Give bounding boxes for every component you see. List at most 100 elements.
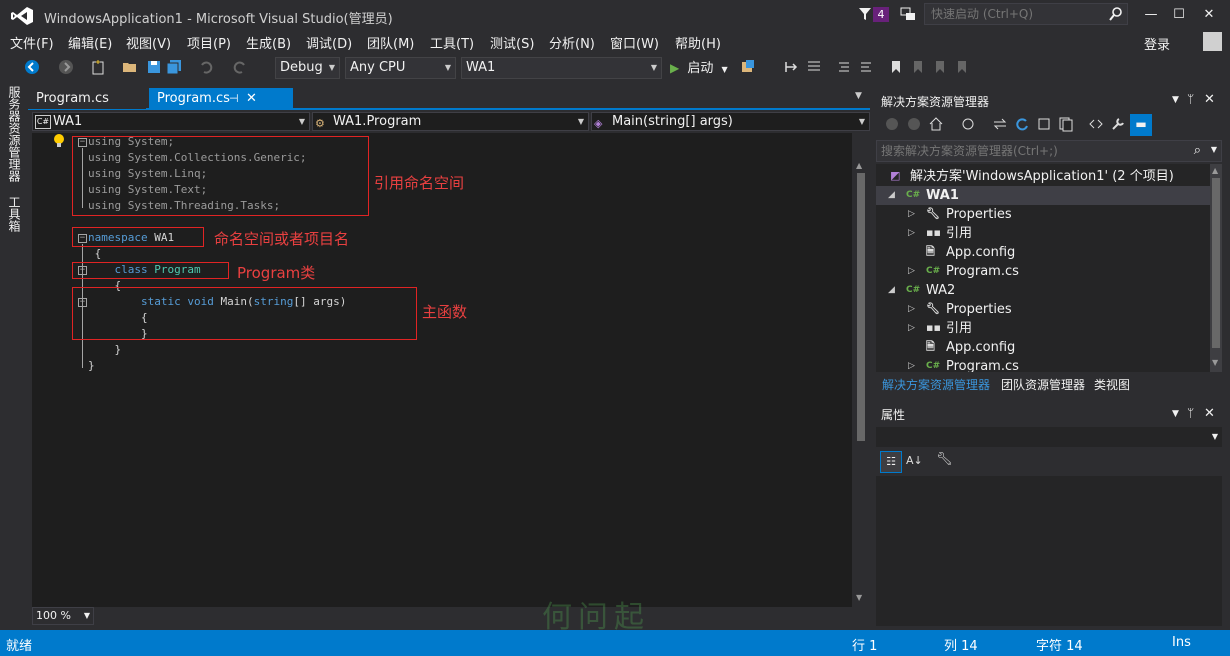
forward-icon[interactable] bbox=[58, 59, 74, 75]
step-icon[interactable] bbox=[784, 59, 800, 75]
login-link[interactable]: 登录 bbox=[1144, 34, 1170, 53]
tree-item[interactable]: ◢ C# WA2 bbox=[876, 281, 1210, 300]
preview-toggle-button[interactable]: ▬ bbox=[1130, 114, 1152, 136]
properties-object-selector[interactable]: ▼ bbox=[876, 427, 1222, 447]
categorized-button[interactable]: ☷ bbox=[880, 451, 902, 473]
collapse-arrow-icon[interactable]: ◢ bbox=[888, 186, 895, 205]
type-nav-dropdown[interactable]: ⚙ WA1.Program ▼ bbox=[312, 112, 589, 131]
close-window-button[interactable]: ✕ bbox=[1196, 4, 1222, 26]
menu-file[interactable]: 文件(F) bbox=[10, 33, 54, 52]
tree-item[interactable]: ▷ 🔧︎ Properties bbox=[876, 300, 1210, 319]
avatar[interactable] bbox=[1203, 32, 1222, 51]
start-button[interactable]: ▶ 启动 ▼ bbox=[670, 58, 728, 78]
member-nav-dropdown[interactable]: ◈ Main(string[] args) ▼ bbox=[591, 112, 870, 131]
startup-project-dropdown[interactable]: WA1 ▼ bbox=[461, 57, 662, 79]
collapse-all-icon[interactable] bbox=[1036, 116, 1052, 132]
refresh-icon[interactable] bbox=[1014, 116, 1030, 132]
solution-search-box[interactable]: ⌕ ▼ bbox=[876, 140, 1222, 162]
close-icon[interactable]: ✕ bbox=[1204, 92, 1215, 107]
editor-horizontal-scrollbar[interactable] bbox=[96, 607, 852, 625]
scroll-down-icon[interactable]: ▼ bbox=[856, 593, 862, 602]
tree-item[interactable]: 🗎 App.config bbox=[876, 338, 1210, 357]
expand-arrow-icon[interactable]: ▷ bbox=[908, 205, 915, 224]
scroll-down-icon[interactable]: ▼ bbox=[1212, 358, 1218, 367]
tree-item[interactable]: ▷ C# Program.cs bbox=[876, 357, 1210, 372]
tab-program-cs-1[interactable]: Program.cs bbox=[28, 88, 146, 109]
menu-project[interactable]: 项目(P) bbox=[187, 33, 231, 52]
zoom-dropdown[interactable]: 100 % ▼ bbox=[32, 607, 94, 625]
find-in-files-icon[interactable] bbox=[740, 59, 756, 75]
bookmarks-icon[interactable] bbox=[806, 59, 822, 75]
home-icon[interactable] bbox=[928, 116, 944, 132]
properties-wrench-icon[interactable] bbox=[1110, 116, 1126, 132]
undo-icon[interactable] bbox=[198, 59, 214, 75]
pin-icon[interactable]: ᛘ bbox=[1187, 406, 1194, 420]
scroll-up-icon[interactable]: ▲ bbox=[1212, 166, 1218, 175]
expand-arrow-icon[interactable]: ▷ bbox=[908, 357, 915, 372]
configuration-dropdown[interactable]: Debug ▼ bbox=[275, 57, 340, 79]
search-icon[interactable] bbox=[1109, 7, 1123, 21]
lightbulb-icon[interactable] bbox=[52, 133, 66, 149]
tree-item[interactable]: ◩ 解决方案'WindowsApplication1' (2 个项目) bbox=[876, 167, 1210, 186]
expand-arrow-icon[interactable]: ▷ bbox=[908, 262, 915, 281]
close-icon[interactable]: ✕ bbox=[246, 88, 257, 109]
back-icon[interactable] bbox=[24, 59, 40, 75]
forward-icon[interactable] bbox=[906, 116, 922, 132]
tab-solution-explorer[interactable]: 解决方案资源管理器 bbox=[882, 376, 990, 393]
menu-team[interactable]: 团队(M) bbox=[367, 33, 414, 52]
properties-grid[interactable] bbox=[876, 476, 1222, 626]
solution-tree[interactable]: ◩ 解决方案'WindowsApplication1' (2 个项目) ◢ C# WA1… bbox=[876, 164, 1210, 372]
menu-test[interactable]: 测试(S) bbox=[490, 33, 534, 52]
notification-flag-icon[interactable] bbox=[858, 7, 872, 21]
close-icon[interactable]: ✕ bbox=[1204, 406, 1215, 421]
code-line[interactable]: } bbox=[88, 359, 95, 372]
platform-dropdown[interactable]: Any CPU ▼ bbox=[345, 57, 456, 79]
quick-launch-input[interactable] bbox=[925, 4, 1105, 24]
tab-class-view[interactable]: 类视图 bbox=[1094, 376, 1130, 393]
tree-item[interactable]: ▷ ▪▪ 引用 bbox=[876, 224, 1210, 243]
toolbox-tab[interactable]: 工具箱 bbox=[6, 196, 23, 232]
maximize-button[interactable]: ☐ bbox=[1166, 4, 1192, 26]
expand-arrow-icon[interactable]: ▷ bbox=[908, 224, 915, 243]
open-folder-icon[interactable] bbox=[122, 59, 138, 75]
pending-changes-icon[interactable] bbox=[960, 116, 976, 132]
pin-icon[interactable]: ᛘ bbox=[1187, 92, 1194, 106]
menu-edit[interactable]: 编辑(E) bbox=[68, 33, 112, 52]
property-pages-wrench-icon[interactable]: 🔧︎ bbox=[936, 452, 953, 467]
menu-tools[interactable]: 工具(T) bbox=[430, 33, 474, 52]
expand-arrow-icon[interactable]: ▷ bbox=[908, 319, 915, 338]
menu-view[interactable]: 视图(V) bbox=[126, 33, 171, 52]
menu-debug[interactable]: 调试(D) bbox=[306, 33, 352, 52]
server-explorer-tab[interactable]: 服务器资源管理器 bbox=[6, 86, 23, 182]
expand-arrow-icon[interactable]: ▷ bbox=[908, 300, 915, 319]
panel-menu-icon[interactable]: ▼ bbox=[1172, 409, 1179, 419]
tab-list-dropdown-icon[interactable]: ▼ bbox=[855, 91, 862, 101]
panel-menu-icon[interactable]: ▼ bbox=[1172, 95, 1179, 105]
alphabetical-icon[interactable]: A↓ bbox=[906, 454, 923, 467]
solution-tree-scrollbar[interactable]: ▲ ▼ bbox=[1210, 164, 1222, 372]
search-icon[interactable]: ⌕ bbox=[1194, 143, 1201, 158]
feedback-icon[interactable] bbox=[900, 6, 916, 22]
show-all-files-icon[interactable] bbox=[1058, 116, 1074, 132]
tree-item[interactable]: ◢ C# WA1 bbox=[876, 186, 1210, 205]
uncomment-icon[interactable] bbox=[858, 59, 874, 75]
save-all-icon[interactable] bbox=[166, 59, 182, 75]
collapse-arrow-icon[interactable]: ◢ bbox=[888, 281, 895, 300]
back-icon[interactable] bbox=[884, 116, 900, 132]
save-icon[interactable] bbox=[146, 59, 162, 75]
prev-bookmark-icon[interactable] bbox=[910, 59, 926, 75]
tree-item[interactable]: 🗎 App.config bbox=[876, 243, 1210, 262]
comment-icon[interactable] bbox=[836, 59, 852, 75]
sync-icon[interactable] bbox=[992, 116, 1008, 132]
project-nav-dropdown[interactable]: C# WA1 ▼ bbox=[32, 112, 310, 131]
chevron-down-icon[interactable]: ▼ bbox=[1211, 145, 1217, 154]
tab-program-cs-2[interactable]: Program.cs ⊣ ✕ bbox=[149, 88, 293, 109]
pin-icon[interactable]: ⊣ bbox=[229, 88, 239, 109]
code-line[interactable]: { bbox=[88, 247, 102, 260]
editor-vertical-scrollbar[interactable]: ▲ ▼ bbox=[852, 133, 870, 607]
new-project-icon[interactable] bbox=[90, 59, 106, 75]
tab-team-explorer[interactable]: 团队资源管理器 bbox=[1001, 376, 1085, 393]
menu-help[interactable]: 帮助(H) bbox=[675, 33, 721, 52]
menu-analyze[interactable]: 分析(N) bbox=[549, 33, 595, 52]
code-line[interactable]: } bbox=[88, 343, 121, 356]
